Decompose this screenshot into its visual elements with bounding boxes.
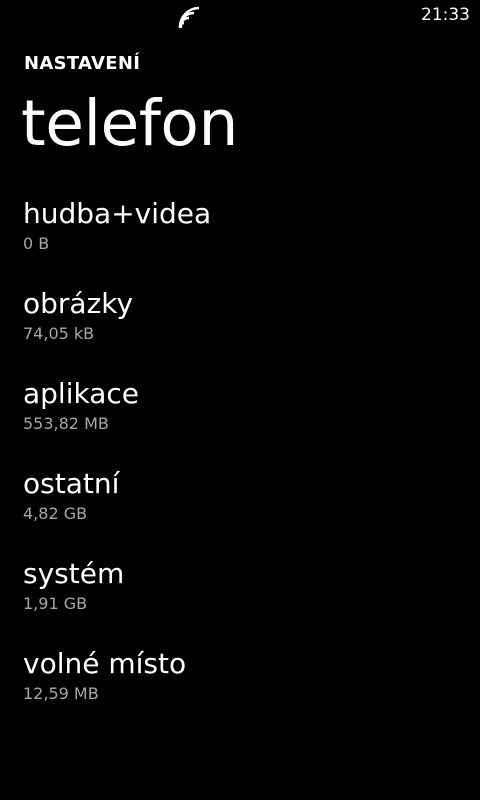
storage-item-size: 0 B bbox=[23, 234, 50, 253]
storage-item-size: 4,82 GB bbox=[23, 504, 88, 523]
storage-item-music-video[interactable]: hudba+videa 0 B bbox=[0, 194, 480, 284]
status-clock: 21:33 bbox=[421, 5, 470, 25]
wifi-signal-icon bbox=[176, 6, 200, 29]
storage-item-label: obrázky bbox=[23, 287, 134, 320]
storage-item-label: volné místo bbox=[23, 647, 187, 680]
storage-item-label: ostatní bbox=[23, 467, 120, 500]
storage-item-other[interactable]: ostatní 4,82 GB bbox=[0, 464, 480, 554]
storage-item-size: 74,05 kB bbox=[23, 324, 95, 343]
storage-item-label: systém bbox=[23, 557, 125, 590]
status-bar: 21:33 bbox=[0, 0, 480, 32]
page-title: telefon bbox=[21, 87, 238, 160]
app-title: NASTAVENÍ bbox=[24, 53, 141, 74]
storage-list: hudba+videa 0 B obrázky 74,05 kB aplikac… bbox=[0, 194, 480, 734]
storage-item-free-space[interactable]: volné místo 12,59 MB bbox=[0, 644, 480, 734]
storage-item-size: 553,82 MB bbox=[23, 414, 109, 433]
storage-item-size: 1,91 GB bbox=[23, 594, 88, 613]
storage-item-apps[interactable]: aplikace 553,82 MB bbox=[0, 374, 480, 464]
storage-item-label: hudba+videa bbox=[23, 197, 212, 230]
storage-item-size: 12,59 MB bbox=[23, 684, 99, 703]
storage-item-pictures[interactable]: obrázky 74,05 kB bbox=[0, 284, 480, 374]
storage-item-label: aplikace bbox=[23, 377, 139, 410]
storage-item-system[interactable]: systém 1,91 GB bbox=[0, 554, 480, 644]
